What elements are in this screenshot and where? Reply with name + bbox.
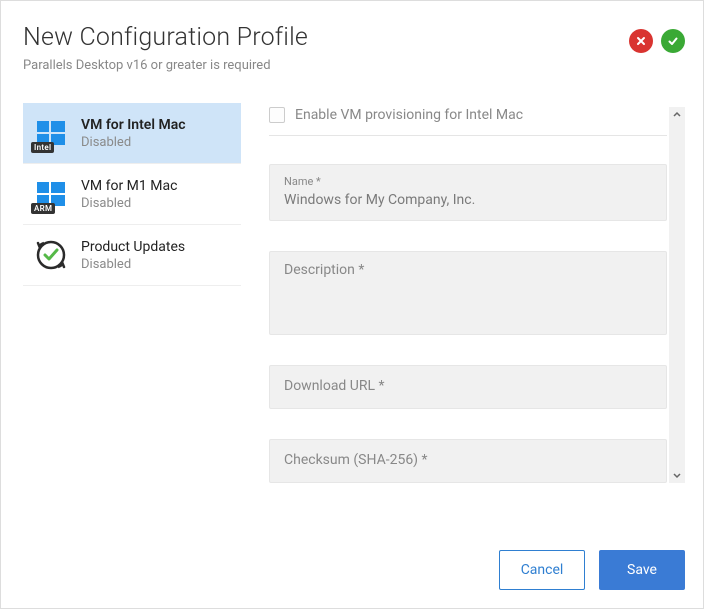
sidebar-item-status: Disabled <box>81 196 177 211</box>
windows-arm-icon: ARM <box>33 176 69 212</box>
sidebar-item-vm-intel[interactable]: Intel VM for Intel Mac Disabled <box>23 103 241 164</box>
sidebar-item-product-updates[interactable]: Product Updates Disabled <box>23 225 241 286</box>
download-url-field[interactable]: Download URL * <box>269 365 667 409</box>
close-icon[interactable] <box>629 29 653 53</box>
sidebar-item-vm-m1[interactable]: ARM VM for M1 Mac Disabled <box>23 164 241 225</box>
page-title: New Configuration Profile <box>23 23 308 52</box>
scroll-up-icon[interactable] <box>669 107 685 123</box>
name-field[interactable]: Name * Windows for My Company, Inc. <box>269 164 667 221</box>
description-field[interactable]: Description * <box>269 251 667 335</box>
sidebar-item-status: Disabled <box>81 135 186 150</box>
checksum-field[interactable]: Checksum (SHA-256) * <box>269 439 667 483</box>
enable-vm-label: Enable VM provisioning for Intel Mac <box>295 107 523 123</box>
confirm-icon[interactable] <box>661 29 685 53</box>
arch-badge-arm: ARM <box>31 203 55 214</box>
page-subtitle: Parallels Desktop v16 or greater is requ… <box>23 58 308 73</box>
save-button[interactable]: Save <box>599 550 685 590</box>
checksum-label: Checksum (SHA-256) * <box>284 452 428 468</box>
sidebar-item-status: Disabled <box>81 257 185 272</box>
sidebar-item-label: Product Updates <box>81 239 185 255</box>
arch-badge-intel: Intel <box>31 142 54 153</box>
sidebar-item-label: VM for M1 Mac <box>81 178 177 194</box>
sidebar: Intel VM for Intel Mac Disabled ARM <box>23 103 241 608</box>
cancel-button[interactable]: Cancel <box>499 550 585 590</box>
scrollbar[interactable] <box>669 107 685 483</box>
enable-vm-checkbox[interactable] <box>269 107 285 123</box>
name-label: Name * <box>284 175 652 188</box>
description-label: Description * <box>284 262 652 278</box>
download-url-label: Download URL * <box>284 378 385 394</box>
scroll-down-icon[interactable] <box>669 467 685 483</box>
windows-intel-icon: Intel <box>33 115 69 151</box>
updates-icon <box>33 237 69 273</box>
name-value: Windows for My Company, Inc. <box>284 192 652 208</box>
sidebar-item-label: VM for Intel Mac <box>81 117 186 133</box>
